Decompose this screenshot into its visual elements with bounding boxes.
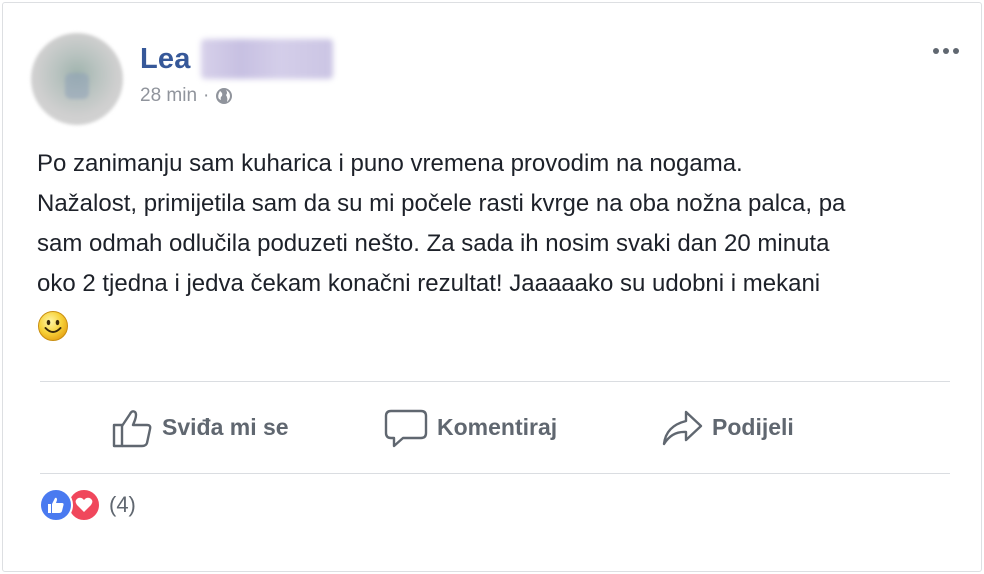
comment-button[interactable]: Komentiraj bbox=[383, 382, 557, 473]
post-timestamp[interactable]: 28 min bbox=[140, 85, 197, 107]
reaction-summary[interactable]: (4) bbox=[39, 488, 136, 522]
like-reaction-icon bbox=[39, 488, 73, 522]
like-button-label: Sviđa mi se bbox=[162, 414, 289, 440]
post-text-line: sam odmah odlučila poduzeti nešto. Za sa… bbox=[37, 230, 830, 257]
reaction-count[interactable]: (4) bbox=[109, 492, 136, 518]
comment-button-label: Komentiraj bbox=[437, 414, 558, 440]
globe-icon[interactable] bbox=[215, 87, 233, 105]
author-name[interactable]: Lea bbox=[140, 43, 191, 76]
post-text: Po zanimanju sam kuharica i puno vremena… bbox=[37, 144, 977, 355]
comment-bubble-icon bbox=[384, 409, 428, 447]
like-button[interactable]: Sviđa mi se bbox=[110, 382, 289, 473]
author-row: Lea bbox=[140, 39, 333, 79]
share-button[interactable]: Podijeli bbox=[660, 382, 794, 473]
post-card: Lea 28 min · Po zanimanju sam kuharica i… bbox=[2, 2, 982, 572]
thumbs-up-icon bbox=[112, 409, 152, 447]
meta-separator: · bbox=[203, 85, 210, 106]
action-bar: Sviđa mi se Komentiraj Podijeli bbox=[40, 382, 950, 473]
share-arrow-icon bbox=[662, 410, 703, 445]
post-text-line: Po zanimanju sam kuharica i puno vremena… bbox=[37, 150, 743, 177]
more-options-icon[interactable] bbox=[931, 41, 961, 61]
blurred-surname bbox=[200, 39, 333, 79]
share-button-label: Podijeli bbox=[712, 414, 794, 440]
smiley-icon bbox=[37, 310, 69, 342]
avatar[interactable] bbox=[31, 33, 123, 125]
post-text-line: Nažalost, primijetila sam da su mi počel… bbox=[37, 190, 846, 217]
post-meta: 28 min · bbox=[140, 85, 233, 107]
post-text-line: oko 2 tjedna i jedva čekam konačni rezul… bbox=[37, 270, 821, 297]
divider bbox=[40, 473, 950, 474]
